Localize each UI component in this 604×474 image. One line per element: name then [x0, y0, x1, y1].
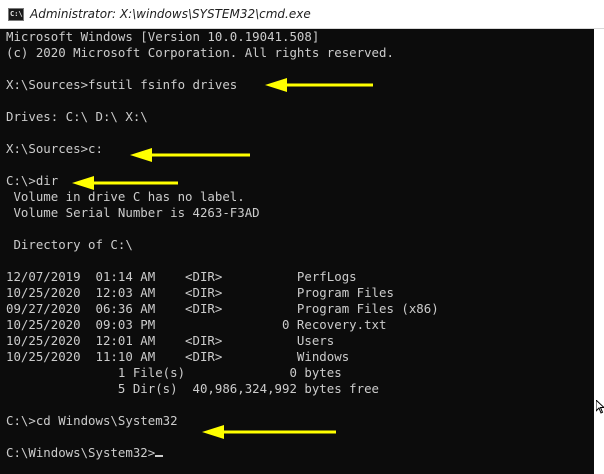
arrow-left-icon: [72, 176, 178, 190]
console-line: Directory of C:\: [6, 237, 133, 252]
console-line: Microsoft Windows [Version 10.0.19041.50…: [6, 29, 320, 44]
console-line: 10/25/2020 12:03 AM <DIR> Program Files: [6, 285, 394, 300]
console-line: 10/25/2020 12:01 AM <DIR> Users: [6, 333, 335, 348]
arrow-left-icon: [130, 148, 250, 162]
console-line: 12/07/2019 01:14 AM <DIR> PerfLogs: [6, 269, 357, 284]
console-line: Volume Serial Number is 4263-F3AD: [6, 205, 260, 220]
console-line: 09/27/2020 06:36 AM <DIR> Program Files …: [6, 301, 439, 316]
cmd-icon-label: C:\: [10, 9, 23, 18]
console-line: Volume in drive C has no label.: [6, 189, 245, 204]
cmd-icon: C:\: [8, 7, 24, 21]
console-output[interactable]: Microsoft Windows [Version 10.0.19041.50…: [0, 29, 594, 474]
console-line: 1 File(s) 0 bytes: [6, 365, 342, 380]
arrow-left-icon: [265, 78, 373, 92]
console-line: (c) 2020 Microsoft Corporation. All righ…: [6, 45, 394, 60]
console-line-prompt: C:\Windows\System32>: [6, 445, 164, 461]
title-bar[interactable]: C:\ Administrator: X:\windows\SYSTEM32\c…: [0, 0, 604, 29]
mouse-pointer-icon: [596, 400, 604, 414]
console-line: X:\Sources>fsutil fsinfo drives: [6, 77, 238, 92]
console-line: 10/25/2020 11:10 AM <DIR> Windows: [6, 349, 350, 364]
text-cursor: [155, 455, 164, 457]
cmd-window: C:\ Administrator: X:\windows\SYSTEM32\c…: [0, 0, 604, 474]
arrow-left-icon: [202, 425, 336, 439]
console-line: Drives: C:\ D:\ X:\: [6, 109, 148, 124]
console-line: 5 Dir(s) 40,986,324,992 bytes free: [6, 381, 379, 396]
console-line: C:\>cd Windows\System32: [6, 413, 178, 428]
console-line: C:\>dir: [6, 173, 59, 188]
console-line: X:\Sources>c:: [6, 141, 103, 156]
console-line: 10/25/2020 09:03 PM 0 Recovery.txt: [6, 317, 387, 332]
window-title: Administrator: X:\windows\SYSTEM32\cmd.e…: [30, 7, 311, 21]
current-prompt: C:\Windows\System32>: [6, 445, 156, 460]
